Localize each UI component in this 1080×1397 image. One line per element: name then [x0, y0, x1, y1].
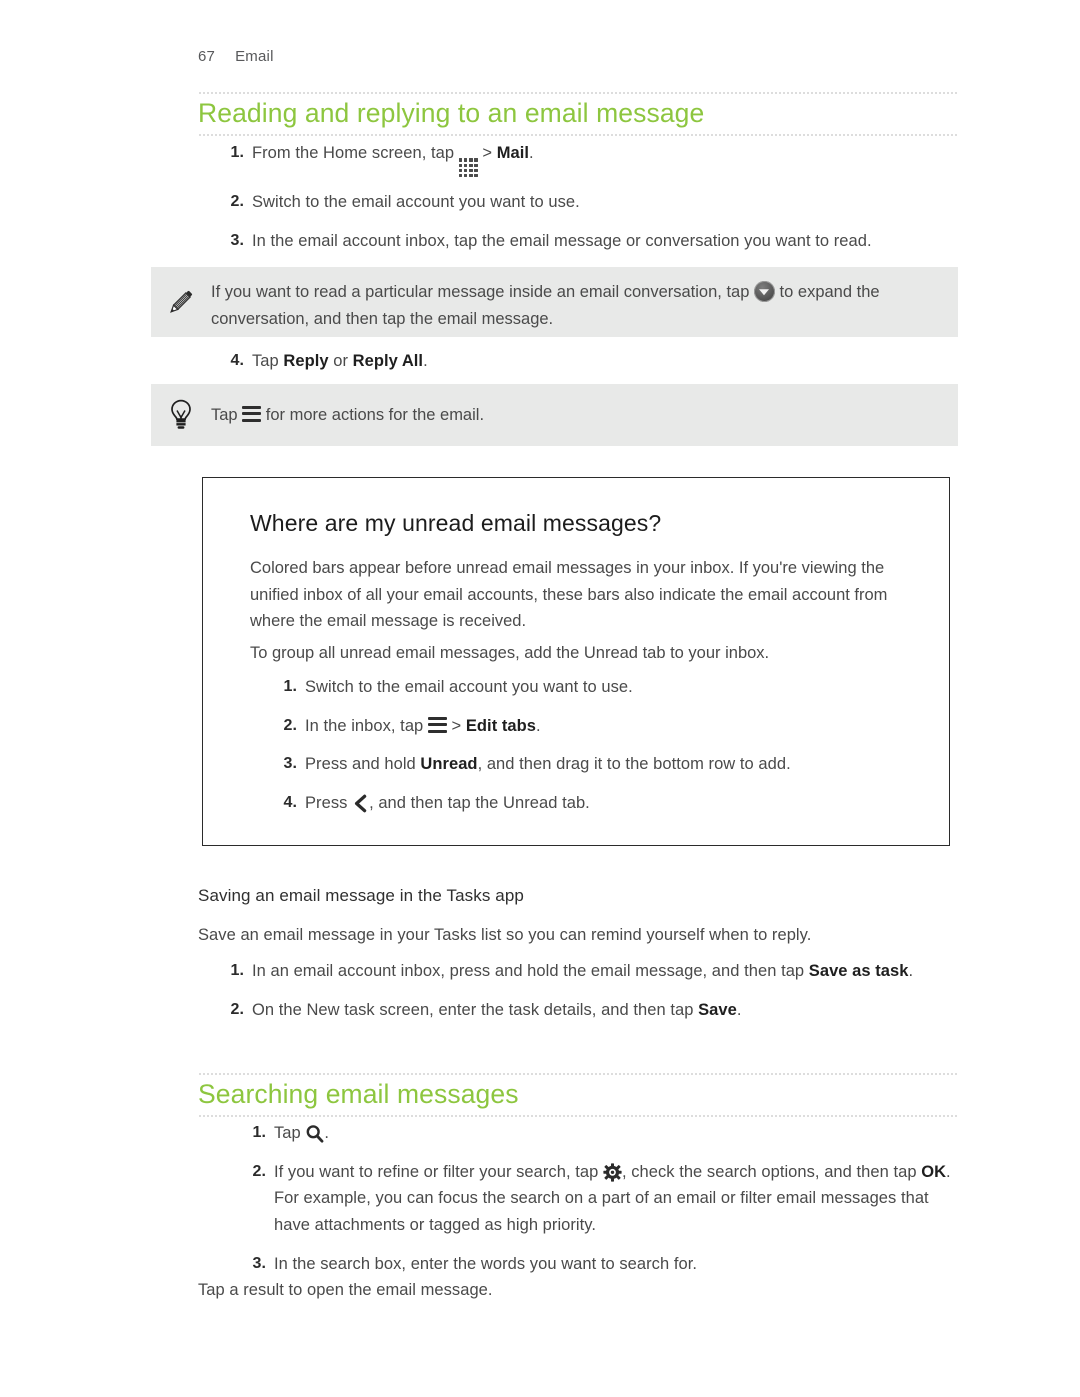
step-text-after: >: [477, 144, 497, 162]
steps-reply: 4. Tap Reply or Reply All.: [218, 348, 958, 387]
step-number: 4.: [283, 794, 297, 812]
steps-searching: 1. Tap . 2. If you want to refine or fil…: [240, 1120, 960, 1290]
step-text-mid: or: [328, 352, 353, 370]
pencil-icon: [151, 279, 211, 319]
list-item: 2. If you want to refine or filter your …: [240, 1159, 960, 1239]
tip-text: Tap for more actions for the email.: [211, 402, 514, 429]
step-number: 1.: [252, 1124, 266, 1141]
callout-paragraph-2: To group all unread email messages, add …: [250, 644, 770, 662]
list-item: 4. Press , and then tap the Unread tab.: [271, 790, 931, 817]
reply-all-label: Reply All: [352, 352, 424, 370]
tip-box: Tap for more actions for the email.: [151, 384, 958, 446]
ok-label: OK: [921, 1162, 947, 1181]
callout-paragraph-1: Colored bars appear before unread email …: [250, 559, 888, 631]
step-text: Switch to the email account you want to …: [252, 193, 580, 212]
save-as-task-label: Save as task: [808, 962, 909, 980]
step-number: 3.: [252, 1254, 266, 1272]
step-text-before: Press and hold: [305, 755, 421, 774]
reply-label: Reply: [283, 352, 329, 370]
tip-text-after: for more actions for the email.: [261, 405, 485, 424]
callout-box: Where are my unread email messages? Colo…: [202, 477, 950, 846]
step-text-bold: Mail: [496, 144, 529, 162]
section-title: Searching email messages: [198, 1079, 519, 1109]
list-item: 2. On the New task screen, enter the tas…: [218, 997, 958, 1024]
step-text-after: .: [324, 1124, 330, 1142]
step-text-tail: .: [528, 144, 534, 162]
tip-text-before: Tap: [211, 405, 243, 424]
save-label: Save: [698, 1000, 737, 1019]
list-item: 1. Switch to the email account you want …: [271, 674, 931, 701]
note-text: If you want to read a particular message…: [211, 279, 958, 332]
lightbulb-icon: [151, 398, 211, 432]
steps-reading-replying: 1. From the Home screen, tap > Mail. 2. …: [218, 140, 958, 267]
list-item: 1. From the Home screen, tap > Mail.: [218, 140, 958, 178]
app-grid-icon: [458, 158, 478, 178]
saving-task-intro: Save an email message in your Tasks list…: [198, 926, 812, 944]
step-text-before: In the inbox, tap: [305, 716, 428, 735]
step-number: 2.: [283, 716, 297, 734]
search-icon: [305, 1124, 324, 1143]
step-number: 1.: [230, 144, 244, 161]
step-text-before: On the New task screen, enter the task d…: [252, 1000, 699, 1019]
callout-steps: 1. Switch to the email account you want …: [271, 674, 931, 829]
step-number: 2.: [230, 193, 244, 211]
step-text-before: Tap: [252, 352, 284, 370]
step-text-after: >: [446, 716, 466, 735]
heading-rule-bottom: [198, 1114, 958, 1117]
back-chevron-icon: [352, 794, 369, 813]
list-item: 1. In an email account inbox, press and …: [218, 958, 958, 985]
gear-icon: [603, 1163, 622, 1182]
step-text-before: Press: [305, 794, 353, 813]
list-item: 1. Tap .: [240, 1120, 960, 1147]
step-text-after: , check the search options, and then tap: [621, 1162, 922, 1181]
section-heading-reading-replying: Reading and replying to an email message: [198, 92, 958, 136]
step-number: 2.: [230, 1000, 244, 1018]
list-item: 2. In the inbox, tap > Edit tabs.: [271, 713, 931, 740]
chapter-name: Email: [235, 48, 274, 65]
running-header: 67 Email: [198, 48, 274, 65]
step-number: 3.: [230, 232, 244, 250]
step-text-tail: .: [423, 352, 428, 370]
list-item: 2. Switch to the email account you want …: [218, 189, 958, 216]
list-item: 3. In the email account inbox, tap the e…: [218, 228, 958, 255]
note-box: If you want to read a particular message…: [151, 267, 958, 337]
minor-heading-saving-task: Saving an email message in the Tasks app: [198, 886, 524, 905]
step-text: In the search box, enter the words you w…: [274, 1254, 697, 1273]
step-text-before: From the Home screen, tap: [252, 144, 459, 162]
unread-label: Unread: [420, 755, 478, 774]
searching-closing-text: Tap a result to open the email message.: [198, 1281, 493, 1299]
page-number: 67: [198, 48, 216, 65]
manual-page: 67 Email Reading and replying to an emai…: [0, 0, 1080, 1397]
step-text-tail: .: [736, 1000, 742, 1019]
menu-icon: [427, 716, 447, 734]
step-text-after: , and then tap the Unread tab.: [369, 794, 590, 813]
note-text-before: If you want to read a particular message…: [211, 283, 754, 301]
expand-circle-icon: [753, 281, 775, 302]
heading-rule-bottom: [198, 133, 958, 136]
list-item: 3. Press and hold Unread, and then drag …: [271, 751, 931, 778]
step-text: In the email account inbox, tap the emai…: [252, 232, 872, 251]
callout-heading: Where are my unread email messages?: [250, 510, 662, 536]
menu-icon: [242, 405, 262, 423]
step-number: 4.: [230, 352, 244, 369]
section-title: Reading and replying to an email message: [198, 98, 705, 128]
edit-tabs-label: Edit tabs: [465, 716, 536, 735]
step-text-before: In an email account inbox, press and hol…: [252, 962, 809, 980]
step-text-tail: .: [536, 716, 541, 735]
step-text: Switch to the email account you want to …: [305, 678, 633, 696]
step-number: 1.: [283, 678, 297, 695]
step-text-before: If you want to refine or filter your sea…: [274, 1162, 603, 1181]
steps-saving-task: 1. In an email account inbox, press and …: [218, 958, 958, 1035]
step-number: 2.: [252, 1162, 266, 1180]
step-text-before: Tap: [274, 1124, 306, 1142]
step-number: 1.: [230, 962, 244, 979]
list-item: 3. In the search box, enter the words yo…: [240, 1251, 960, 1278]
step-number: 3.: [283, 755, 297, 773]
list-item: 4. Tap Reply or Reply All.: [218, 348, 958, 375]
step-text-tail: , and then drag it to the bottom row to …: [477, 755, 791, 774]
step-text-tail: .: [908, 962, 914, 980]
section-heading-searching: Searching email messages: [198, 1073, 958, 1117]
